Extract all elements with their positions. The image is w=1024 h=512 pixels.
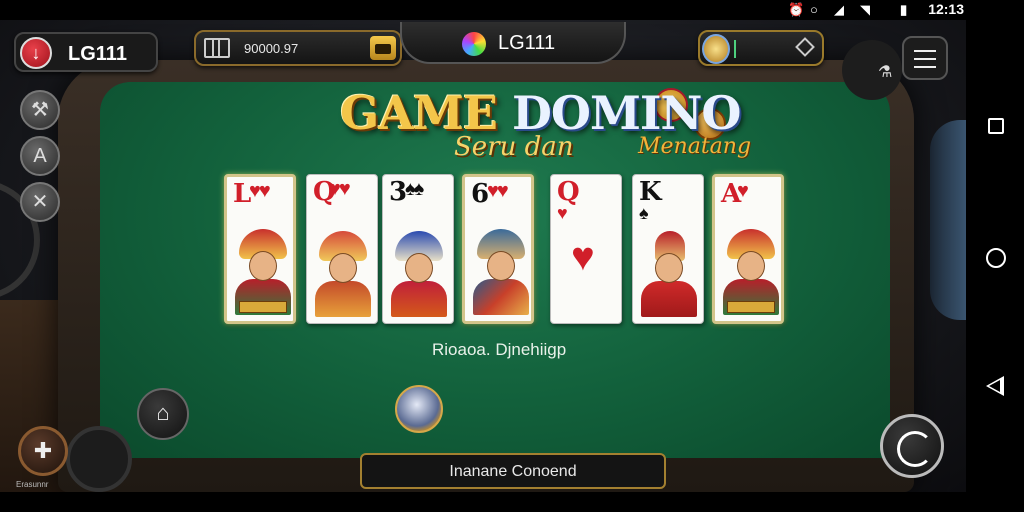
title-subtitle-left: Seru dan (454, 132, 574, 162)
center-brand-tab: LG111 (400, 22, 626, 64)
menu-line (914, 66, 936, 68)
diamond-icon[interactable] (795, 37, 815, 57)
circle-icon: ○ (810, 2, 818, 17)
coin-icon (702, 34, 730, 64)
menu-line (914, 58, 936, 60)
card-face-art (315, 231, 371, 317)
card-pips: ♥♥ (249, 180, 271, 202)
brand-logo-icon: ↓ (20, 37, 52, 69)
lock-button[interactable]: ⌂ (137, 388, 189, 440)
side-button-settings[interactable]: ✕ (20, 182, 60, 222)
balance-value: 90000.97 (244, 41, 299, 56)
action-button[interactable]: Inanane Conoend (360, 453, 666, 489)
playing-card[interactable]: 6 ♥♥ (462, 174, 534, 324)
home-icon[interactable] (986, 248, 1006, 268)
back-icon[interactable] (986, 376, 1004, 396)
mute-icon: ◢ (834, 2, 844, 17)
side-button-rank[interactable]: A (20, 136, 60, 176)
table-knob (842, 40, 902, 100)
playing-card[interactable]: L ♥♥ (224, 174, 296, 324)
card-face-art (391, 231, 447, 317)
card-pips: ♠♠ (405, 178, 424, 200)
card-face-art (473, 229, 529, 315)
card-pips: ♥ (737, 180, 749, 202)
puzzle-icon: ✚ (33, 438, 53, 463)
chair-right (930, 120, 966, 320)
deposit-button[interactable] (370, 36, 396, 60)
card-label (239, 301, 287, 313)
playing-card[interactable]: 3 ♠♠ (382, 174, 454, 324)
playing-card[interactable]: Q ♥♥ (306, 174, 378, 324)
bottom-left-caption: Erasunnr (16, 480, 49, 489)
center-brand-name: LG111 (498, 32, 556, 54)
game-area: ↓ LG111 90000.97 LG111 ⚗ ⚒ A ✕ GAME DOMI… (0, 20, 966, 492)
card-body (641, 281, 697, 317)
card-head (405, 253, 433, 283)
spade-icon: ♠ (639, 203, 649, 223)
heart-icon: ♥ (557, 203, 568, 223)
cross-icon: ✕ (31, 191, 49, 213)
menu-button[interactable] (902, 36, 948, 80)
action-label: Inanane Conoend (449, 463, 577, 480)
center-coin-button[interactable] (395, 385, 443, 433)
card-body (473, 279, 529, 315)
side-button-tools[interactable]: ⚒ (20, 90, 60, 130)
brand-name: LG111 (68, 43, 127, 65)
card-head (487, 251, 515, 281)
recents-icon[interactable] (988, 118, 1004, 134)
card-head (737, 251, 765, 281)
refresh-button[interactable] (880, 414, 944, 478)
card-body (391, 281, 447, 317)
wallet-icon (204, 38, 230, 58)
balance-panel[interactable]: 90000.97 (194, 30, 402, 66)
bottom-strip (0, 492, 966, 512)
playing-card[interactable]: Q ♥ ♥ (550, 174, 622, 324)
playing-card[interactable]: A ♥ (712, 174, 784, 324)
status-clock: 12:13 (928, 1, 964, 17)
tools-icon: ⚒ (31, 99, 49, 121)
gift-icon[interactable]: ⚗ (878, 62, 892, 82)
android-nav-bar (966, 20, 1024, 512)
card-head (655, 253, 683, 283)
status-bar: ⏰ ○ ◢ ◥ ▮ 12:13 (0, 0, 1024, 20)
puzzle-button[interactable]: ✚ (18, 426, 68, 476)
gem-icon (462, 32, 486, 56)
battery-icon: ▮ (900, 2, 908, 17)
card-pips: ♥♥ (329, 178, 351, 200)
lock-icon: ⌂ (156, 400, 170, 425)
card-face-art (235, 229, 291, 315)
coin-progress-bar (734, 40, 736, 58)
title-subtitle-right: Menatang (638, 134, 752, 159)
heart-icon: ♥ (571, 235, 595, 279)
card-face-art (641, 231, 697, 317)
brand-badge[interactable]: ↓ LG111 (14, 32, 158, 72)
rank-icon: A (33, 145, 47, 167)
card-head (249, 251, 277, 281)
bottom-left-dial (66, 426, 132, 492)
card-label (727, 301, 775, 313)
card-face-art (723, 229, 779, 315)
alarm-icon: ⏰ (788, 2, 805, 17)
card-body (315, 281, 371, 317)
coin-panel[interactable] (698, 30, 824, 66)
game-screen: ⏰ ○ ◢ ◥ ▮ 12:13 ↓ LG111 90000.97 LG111 ⚗… (0, 0, 1024, 512)
table-caption: Rioaoa. Djnehiigp (432, 340, 567, 359)
wifi-icon: ◥ (860, 2, 870, 17)
card-pips: ♥♥ (487, 180, 509, 202)
playing-card[interactable]: K ♠ (632, 174, 704, 324)
card-head (329, 253, 357, 283)
menu-line (914, 50, 936, 52)
